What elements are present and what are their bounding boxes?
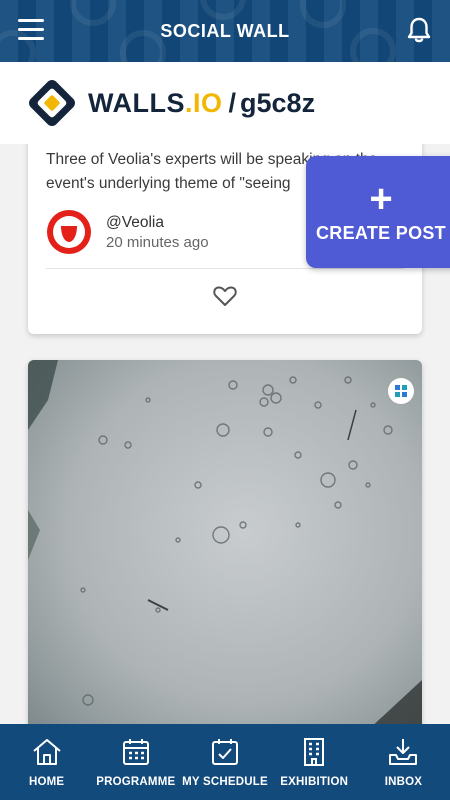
building-icon	[304, 738, 325, 766]
nav-inbox[interactable]: INBOX	[359, 724, 448, 800]
calendar-check-icon	[212, 739, 238, 765]
walls-io-logo-icon	[29, 80, 75, 126]
home-icon	[32, 739, 61, 765]
nav-home-label: HOME	[28, 776, 65, 788]
brand-name-dot: .IO	[185, 87, 223, 118]
bell-icon[interactable]	[406, 16, 432, 44]
photo-post-card[interactable]	[28, 360, 422, 724]
nav-programme-label: PROGRAMME	[96, 776, 176, 788]
avatar	[47, 210, 91, 254]
nav-exhibition-label: EXHIBITION	[280, 776, 349, 788]
page-title: SOCIAL WALL	[160, 20, 290, 41]
brand-name: WALLS.IO	[88, 88, 223, 119]
create-post-label: CREATE POST	[316, 222, 446, 243]
app-header: SOCIAL WALL	[0, 0, 450, 62]
wall-handle: g5c8z	[240, 87, 316, 118]
divider	[46, 268, 404, 269]
brand-slash: /	[228, 87, 237, 118]
nav-inbox-label: INBOX	[384, 776, 423, 788]
nav-home[interactable]: HOME	[2, 724, 91, 800]
raindrops-on-glass-photo[interactable]	[28, 360, 422, 724]
nav-my-schedule-label: MY SCHEDULE	[182, 776, 268, 788]
heart-icon[interactable]	[212, 284, 238, 308]
walls-io-badge-icon	[388, 378, 414, 404]
brand-bar: WALLS.IO / g5c8z	[0, 62, 450, 144]
calendar-icon	[122, 739, 149, 765]
nav-exhibition[interactable]: EXHIBITION	[270, 724, 359, 800]
plus-icon: +	[369, 176, 393, 221]
post-timestamp: 20 minutes ago	[106, 233, 209, 251]
create-post-button[interactable]: + CREATE POST	[306, 156, 450, 268]
brand-name-main: WALLS	[88, 87, 185, 118]
post-author[interactable]: @Veolia 20 minutes ago	[46, 209, 209, 255]
nav-my-schedule[interactable]: MY SCHEDULE	[180, 724, 269, 800]
bottom-navigation: HOME PROGRAMME MY SCHEDULE EXHIBITION IN…	[0, 724, 450, 800]
author-handle: @Veolia	[106, 213, 164, 231]
nav-programme[interactable]: PROGRAMME	[91, 724, 180, 800]
hamburger-menu-icon[interactable]	[18, 19, 44, 41]
inbox-download-icon	[389, 739, 418, 765]
